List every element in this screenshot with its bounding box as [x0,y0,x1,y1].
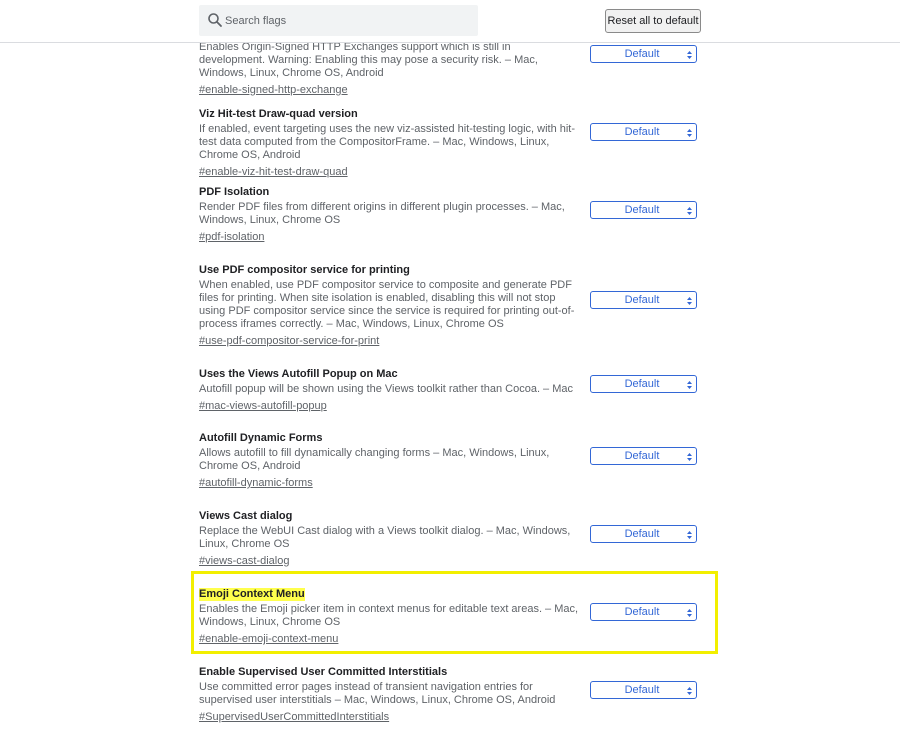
select-value: Default [624,48,660,60]
experiment-select[interactable]: Default [590,375,697,393]
experiment-description: Use committed error pages instead of tra… [199,681,556,706]
search-box[interactable] [199,5,478,36]
select-arrows-icon [687,529,692,539]
select-arrows-icon [687,127,692,137]
experiment-description: Autofill popup will be shown using the V… [199,383,574,395]
select-arrows-icon [687,685,692,695]
experiment-select[interactable]: Default [590,447,697,465]
experiment-select[interactable]: Default [590,123,697,141]
experiment-select[interactable]: Default [590,201,697,219]
experiment-title: Emoji Context Menu [199,588,305,601]
experiment-link[interactable]: #enable-viz-hit-test-draw-quad [199,166,348,179]
experiment-select[interactable]: Default [590,525,697,543]
experiment-autofill-dynamic-forms: Autofill Dynamic Forms Allows autofill t… [199,428,579,491]
experiment-link[interactable]: #enable-signed-http-exchange [199,84,348,97]
experiment-description: Replace the WebUI Cast dialog with a Vie… [199,525,571,550]
experiment-link[interactable]: #pdf-isolation [199,231,264,244]
experiment-description: Allows autofill to fill dynamically chan… [199,447,550,472]
experiment-pdf-compositor: Use PDF compositor service for printing … [199,260,579,349]
experiment-select[interactable]: Default [590,603,697,621]
select-value: Default [624,528,660,540]
select-value: Default [624,684,660,696]
experiment-signed-http-exchange: Enables Origin-Signed HTTP Exchanges sup… [199,41,579,98]
experiment-title: Use PDF compositor service for printing [199,264,410,276]
experiment-title: Uses the Views Autofill Popup on Mac [199,368,398,380]
experiment-description: If enabled, event targeting uses the new… [199,123,576,161]
experiment-viz-hit-test: Viz Hit-test Draw-quad version If enable… [199,104,579,180]
select-value: Default [624,450,660,462]
experiment-title: Autofill Dynamic Forms [199,432,323,444]
experiment-title: Viz Hit-test Draw-quad version [199,108,358,120]
select-arrows-icon [687,451,692,461]
search-input[interactable] [225,5,470,36]
experiment-pdf-isolation: PDF Isolation Render PDF files from diff… [199,182,579,245]
experiment-views-autofill-popup: Uses the Views Autofill Popup on Mac Aut… [199,364,579,414]
experiment-select[interactable]: Default [590,681,697,699]
experiment-title: PDF Isolation [199,186,270,198]
select-value: Default [624,126,660,138]
experiment-description: Enables the Emoji picker item in context… [199,603,579,628]
experiment-emoji-context-menu: Emoji Context Menu Enables the Emoji pic… [199,584,579,647]
experiment-title: Views Cast dialog [199,510,293,522]
experiment-title: Enable Supervised User Committed Interst… [199,666,448,678]
select-value: Default [624,606,660,618]
select-arrows-icon [687,379,692,389]
experiment-link[interactable]: #enable-emoji-context-menu [199,633,338,646]
search-icon [207,12,223,28]
experiment-description: When enabled, use PDF compositor service… [199,279,575,330]
experiment-description: Render PDF files from different origins … [199,201,565,226]
experiment-select[interactable]: Default [590,45,697,63]
flags-header: Reset all to default [0,0,900,43]
select-value: Default [624,378,660,390]
select-arrows-icon [687,607,692,617]
select-arrows-icon [687,205,692,215]
experiment-select[interactable]: Default [590,291,697,309]
select-value: Default [624,204,660,216]
experiment-views-cast-dialog: Views Cast dialog Replace the WebUI Cast… [199,506,579,569]
experiment-link[interactable]: #autofill-dynamic-forms [199,477,313,490]
experiment-link[interactable]: #use-pdf-compositor-service-for-print [199,335,379,348]
reset-all-button[interactable]: Reset all to default [605,9,701,33]
select-value: Default [624,294,660,306]
experiment-link[interactable]: #views-cast-dialog [199,555,289,568]
select-arrows-icon [687,49,692,59]
experiment-description: Enables Origin-Signed HTTP Exchanges sup… [199,41,538,79]
experiment-link[interactable]: #mac-views-autofill-popup [199,400,327,413]
experiment-supervised-user-interstitials: Enable Supervised User Committed Interst… [199,662,579,725]
select-arrows-icon [687,295,692,305]
experiment-link[interactable]: #SupervisedUserCommittedInterstitials [199,711,389,724]
